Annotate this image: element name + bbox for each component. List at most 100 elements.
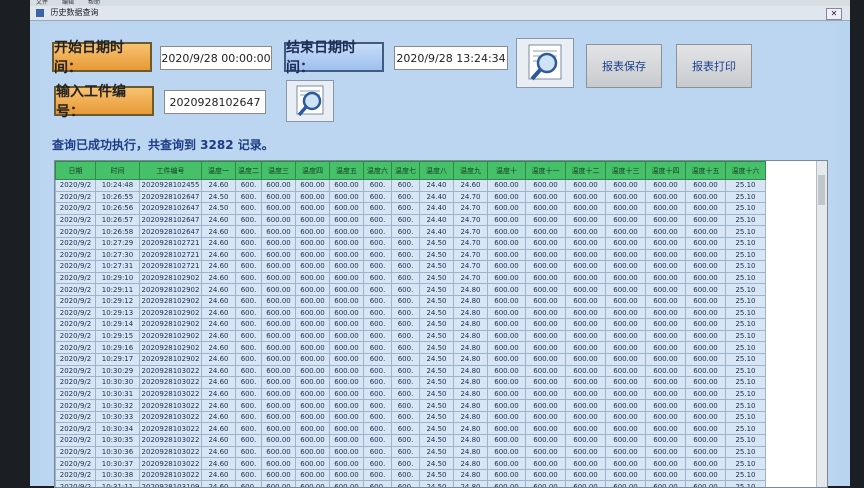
table-row[interactable]: 2020/9/210:31:11202092810310924.60600.60… bbox=[56, 481, 766, 488]
table-cell: 600.00 bbox=[526, 214, 566, 226]
search-button[interactable] bbox=[516, 38, 574, 88]
column-header[interactable]: 温度一 bbox=[202, 162, 236, 180]
table-cell: 600.00 bbox=[686, 342, 726, 354]
table-cell: 2020928102902 bbox=[140, 353, 202, 365]
table-row[interactable]: 2020/9/210:30:38202092810302224.60600.60… bbox=[56, 469, 766, 481]
table-cell: 600. bbox=[364, 411, 392, 423]
app-icon bbox=[36, 9, 44, 17]
table-row[interactable]: 2020/9/210:29:16202092810290224.60600.60… bbox=[56, 342, 766, 354]
table-row[interactable]: 2020/9/210:30:37202092810302224.60600.60… bbox=[56, 458, 766, 470]
column-header[interactable]: 温度三 bbox=[262, 162, 296, 180]
table-row[interactable]: 2020/9/210:26:58202092810264724.60600.60… bbox=[56, 226, 766, 238]
table-row[interactable]: 2020/9/210:26:55202092810264724.50600.60… bbox=[56, 191, 766, 203]
table-row[interactable]: 2020/9/210:30:29202092810302224.60600.60… bbox=[56, 365, 766, 377]
table-cell: 600. bbox=[364, 272, 392, 284]
report-print-button[interactable]: 报表打印 bbox=[676, 44, 752, 88]
table-cell: 10:30:30 bbox=[96, 377, 140, 389]
column-header[interactable]: 温度十四 bbox=[646, 162, 686, 180]
start-datetime-field[interactable]: 2020/9/28 00:00:00 bbox=[160, 46, 272, 70]
column-header[interactable]: 温度十六 bbox=[726, 162, 766, 180]
table-row[interactable]: 2020/9/210:29:17202092810290224.60600.60… bbox=[56, 353, 766, 365]
table-row[interactable]: 2020/9/210:27:30202092810272124.60600.60… bbox=[56, 249, 766, 261]
table-cell: 600.00 bbox=[296, 330, 330, 342]
table-cell: 10:26:57 bbox=[96, 214, 140, 226]
scrollbar-thumb[interactable] bbox=[818, 175, 825, 205]
table-row[interactable]: 2020/9/210:30:36202092810302224.60600.60… bbox=[56, 446, 766, 458]
end-datetime-field[interactable]: 2020/9/28 13:24:34 bbox=[394, 46, 508, 70]
table-cell: 600.00 bbox=[262, 330, 296, 342]
table-cell: 24.70 bbox=[454, 226, 488, 238]
table-cell: 2020/9/2 bbox=[56, 400, 96, 412]
table-row[interactable]: 2020/9/210:27:29202092810272124.60600.60… bbox=[56, 237, 766, 249]
column-header[interactable]: 温度十五 bbox=[686, 162, 726, 180]
column-header[interactable]: 温度十三 bbox=[606, 162, 646, 180]
history-data-grid[interactable]: 日期时间工件编号温度一温度二温度三温度四温度五温度六温度七温度八温度九温度十温度… bbox=[54, 160, 828, 488]
column-header[interactable]: 温度七 bbox=[392, 162, 420, 180]
column-header[interactable]: 时间 bbox=[96, 162, 140, 180]
column-header[interactable]: 温度十 bbox=[488, 162, 526, 180]
table-row[interactable]: 2020/9/210:29:14202092810290224.60600.60… bbox=[56, 319, 766, 331]
part-search-button[interactable] bbox=[286, 80, 334, 122]
table-cell: 600.00 bbox=[686, 469, 726, 481]
column-header[interactable]: 日期 bbox=[56, 162, 96, 180]
table-cell: 24.50 bbox=[420, 435, 454, 447]
table-cell: 600.00 bbox=[686, 307, 726, 319]
table-row[interactable]: 2020/9/210:30:33202092810302224.60600.60… bbox=[56, 411, 766, 423]
table-row[interactable]: 2020/9/210:29:12202092810290224.60600.60… bbox=[56, 295, 766, 307]
report-save-button[interactable]: 报表保存 bbox=[586, 44, 662, 88]
table-cell: 600.00 bbox=[296, 249, 330, 261]
column-header[interactable]: 温度九 bbox=[454, 162, 488, 180]
vertical-scrollbar[interactable] bbox=[816, 161, 827, 487]
table-row[interactable]: 2020/9/210:27:31202092810272124.60600.60… bbox=[56, 261, 766, 273]
table-row[interactable]: 2020/9/210:26:56202092810264724.50600.60… bbox=[56, 203, 766, 215]
table-row[interactable]: 2020/9/210:29:11202092810290224.60600.60… bbox=[56, 284, 766, 296]
close-button[interactable]: ✕ bbox=[826, 8, 842, 20]
table-cell: 600.00 bbox=[606, 295, 646, 307]
column-header[interactable]: 温度四 bbox=[296, 162, 330, 180]
table-cell: 24.50 bbox=[420, 353, 454, 365]
table-cell: 600.00 bbox=[526, 469, 566, 481]
table-row[interactable]: 2020/9/210:30:31202092810302224.60600.60… bbox=[56, 388, 766, 400]
table-cell: 600.00 bbox=[686, 365, 726, 377]
column-header[interactable]: 温度二 bbox=[236, 162, 262, 180]
table-row[interactable]: 2020/9/210:29:15202092810290224.60600.60… bbox=[56, 330, 766, 342]
table-row[interactable]: 2020/9/210:30:30202092810302224.60600.60… bbox=[56, 377, 766, 389]
table-cell: 600.00 bbox=[330, 261, 364, 273]
column-header[interactable]: 温度五 bbox=[330, 162, 364, 180]
table-row[interactable]: 2020/9/210:29:13202092810290224.60600.60… bbox=[56, 307, 766, 319]
table-row[interactable]: 2020/9/210:29:10202092810290224.60600.60… bbox=[56, 272, 766, 284]
table-cell: 24.70 bbox=[454, 261, 488, 273]
table-cell: 25.10 bbox=[726, 214, 766, 226]
table-cell: 600.00 bbox=[296, 307, 330, 319]
column-header[interactable]: 工件编号 bbox=[140, 162, 202, 180]
table-cell: 24.80 bbox=[454, 423, 488, 435]
table-cell: 600.00 bbox=[526, 180, 566, 192]
table-cell: 600.00 bbox=[646, 446, 686, 458]
table-cell: 600.00 bbox=[646, 411, 686, 423]
table-cell: 600. bbox=[364, 342, 392, 354]
part-number-field[interactable]: 2020928102647 bbox=[164, 90, 266, 114]
table-row[interactable]: 2020/9/210:30:35202092810302224.60600.60… bbox=[56, 435, 766, 447]
table-cell: 24.80 bbox=[454, 446, 488, 458]
table-cell: 24.50 bbox=[420, 330, 454, 342]
table-cell: 10:30:37 bbox=[96, 458, 140, 470]
column-header[interactable]: 温度十一 bbox=[526, 162, 566, 180]
column-header[interactable]: 温度六 bbox=[364, 162, 392, 180]
table-cell: 600.00 bbox=[606, 353, 646, 365]
table-row[interactable]: 2020/9/210:26:57202092810264724.60600.60… bbox=[56, 214, 766, 226]
table-row[interactable]: 2020/9/210:24:48202092810245524.60600.60… bbox=[56, 180, 766, 192]
column-header[interactable]: 温度八 bbox=[420, 162, 454, 180]
table-cell: 600.00 bbox=[606, 365, 646, 377]
table-cell: 600.00 bbox=[686, 435, 726, 447]
table-cell: 600.00 bbox=[686, 481, 726, 488]
table-cell: 24.80 bbox=[454, 330, 488, 342]
table-cell: 24.60 bbox=[202, 435, 236, 447]
table-cell: 600.00 bbox=[488, 214, 526, 226]
table-cell: 600.00 bbox=[686, 191, 726, 203]
table-cell: 24.40 bbox=[420, 226, 454, 238]
table-cell: 600.00 bbox=[296, 377, 330, 389]
column-header[interactable]: 温度十二 bbox=[566, 162, 606, 180]
table-row[interactable]: 2020/9/210:30:32202092810302224.60600.60… bbox=[56, 400, 766, 412]
table-row[interactable]: 2020/9/210:30:34202092810302224.60600.60… bbox=[56, 423, 766, 435]
table-cell: 600. bbox=[392, 237, 420, 249]
